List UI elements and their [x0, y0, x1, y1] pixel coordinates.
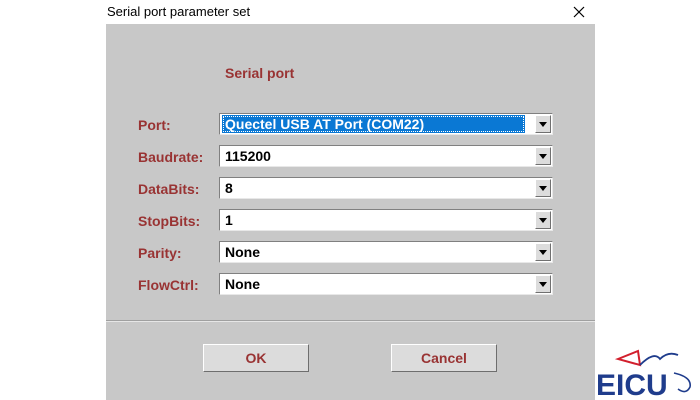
stopbits-value: 1 — [225, 212, 233, 228]
flowctrl-label: FlowCtrl: — [138, 277, 199, 293]
flowctrl-select[interactable]: None — [219, 273, 553, 295]
port-select[interactable]: Quectel USB AT Port (COM22) — [219, 113, 553, 135]
chevron-down-icon — [539, 121, 547, 127]
baudrate-label: Baudrate: — [138, 149, 204, 165]
databits-dropdown-button[interactable] — [535, 179, 551, 197]
chevron-down-icon — [539, 153, 547, 159]
stopbits-label: StopBits: — [138, 213, 201, 229]
port-value: Quectel USB AT Port (COM22) — [222, 115, 525, 133]
stopbits-dropdown-button[interactable] — [535, 211, 551, 229]
chevron-down-icon — [539, 185, 547, 191]
chevron-down-icon — [539, 217, 547, 223]
window-title: Serial port parameter set — [107, 4, 251, 19]
ok-button[interactable]: OK — [203, 344, 309, 372]
cancel-button[interactable]: Cancel — [391, 344, 497, 372]
stopbits-select[interactable]: 1 — [219, 209, 553, 231]
databits-select[interactable]: 8 — [219, 177, 553, 199]
flowctrl-dropdown-button[interactable] — [535, 275, 551, 293]
eicu-logo: EICU — [596, 349, 691, 400]
parity-value: None — [225, 244, 260, 260]
baudrate-dropdown-button[interactable] — [535, 147, 551, 165]
dialog-window: Serial port parameter set Serial port Po… — [0, 0, 700, 400]
port-label: Port: — [138, 117, 171, 133]
parity-label: Parity: — [138, 245, 182, 261]
parity-select[interactable]: None — [219, 241, 553, 263]
databits-value: 8 — [225, 180, 233, 196]
flowctrl-value: None — [225, 276, 260, 292]
chevron-down-icon — [539, 249, 547, 255]
port-dropdown-button[interactable] — [535, 115, 551, 133]
dialog-client-area: Serial port Port: Quectel USB AT Port (C… — [106, 24, 595, 400]
divider — [106, 320, 595, 322]
databits-label: DataBits: — [138, 181, 200, 197]
title-bar: Serial port parameter set — [0, 0, 700, 24]
chevron-down-icon — [539, 281, 547, 287]
eicu-logo-text: EICU — [596, 369, 668, 400]
close-button[interactable] — [566, 0, 592, 24]
baudrate-select[interactable]: 115200 — [219, 145, 553, 167]
close-icon — [573, 6, 585, 18]
section-title: Serial port — [225, 65, 295, 81]
parity-dropdown-button[interactable] — [535, 243, 551, 261]
baudrate-value: 115200 — [225, 148, 271, 164]
